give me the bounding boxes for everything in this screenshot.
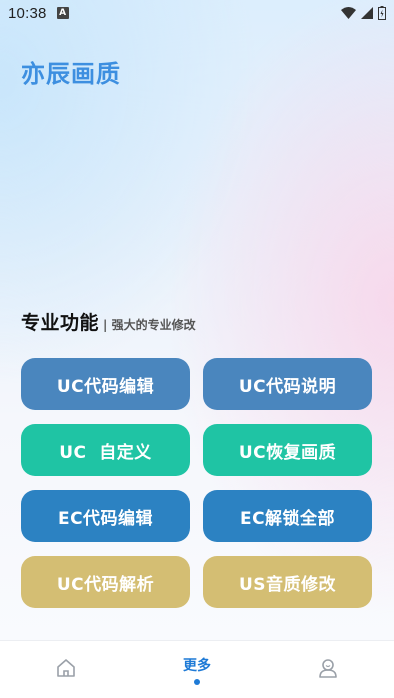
uc-restore-quality-button[interactable]: UC恢复画质 [203,424,372,476]
battery-icon [378,6,386,20]
nav-more-label: 更多 [182,657,211,674]
uc-custom-button[interactable]: UC 自定义 [21,424,190,476]
active-indicator-dot [193,678,200,685]
notification-a-icon: A [56,7,69,19]
status-icons [341,6,386,20]
home-icon [55,657,77,683]
us-sound-quality-button[interactable]: US音质修改 [203,556,372,608]
nav-home[interactable] [26,641,106,698]
user-icon [317,657,339,683]
ec-code-edit-button[interactable]: EC代码编辑 [21,490,190,542]
app-title: 亦辰画质 [21,60,121,88]
nav-profile[interactable] [288,641,368,698]
section-title: 专业功能 [21,312,100,334]
section-subtitle: | 强大的专业修改 [103,318,196,332]
wifi-icon [341,7,356,19]
uc-code-parse-button[interactable]: UC代码解析 [21,556,190,608]
status-bar: 10:38 A [0,0,394,26]
nav-more[interactable]: 更多 [157,641,237,698]
status-time: 10:38 [8,4,47,22]
ec-unlock-all-button[interactable]: EC解锁全部 [203,490,372,542]
signal-icon [361,7,373,19]
function-grid: UC代码编辑 UC代码说明 UC 自定义 UC恢复画质 EC代码编辑 EC解锁全… [21,358,372,608]
uc-code-info-button[interactable]: UC代码说明 [203,358,372,410]
section-header: 专业功能 | 强大的专业修改 [21,308,196,335]
uc-code-edit-button[interactable]: UC代码编辑 [21,358,190,410]
bottom-nav: 更多 [0,640,394,698]
